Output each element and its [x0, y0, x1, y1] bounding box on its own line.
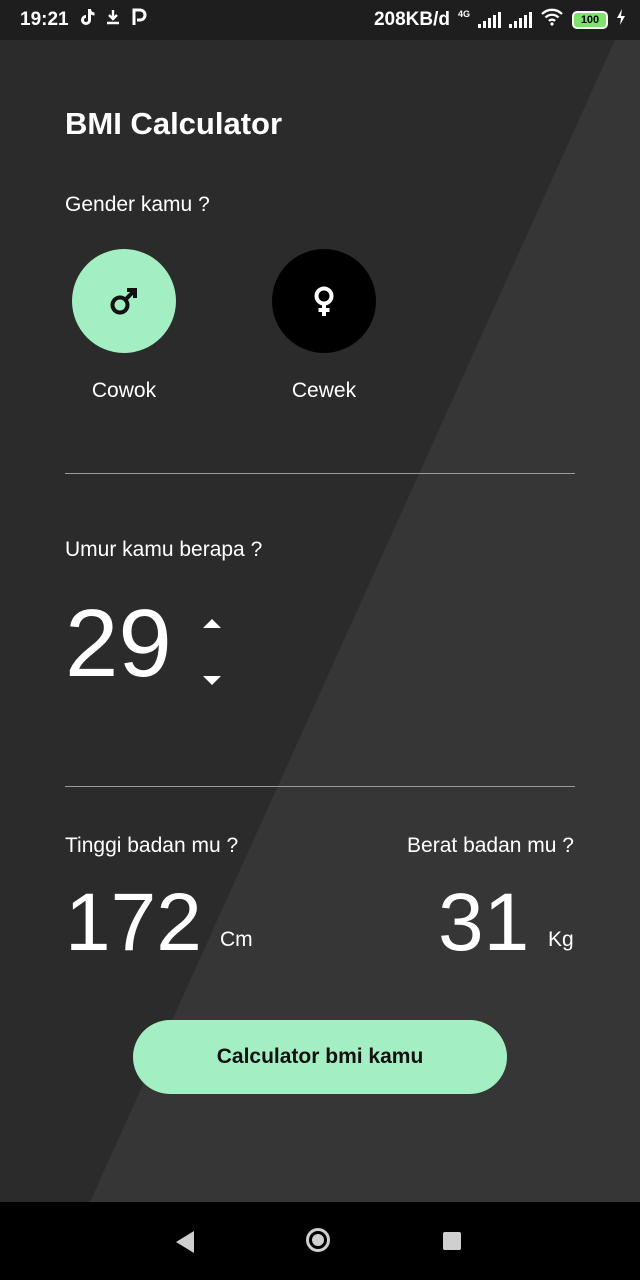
age-increment-button[interactable]	[203, 619, 221, 628]
gender-male-label: Cowok	[91, 379, 157, 402]
height-value[interactable]: 172	[65, 882, 202, 964]
weight-unit: Kg	[548, 928, 574, 951]
status-bar: 19:21 208KB/d 4G 100	[0, 0, 640, 40]
gender-female-label: Cewek	[291, 379, 357, 402]
weight-question: Berat badan mu ?	[407, 834, 574, 857]
download-icon	[105, 8, 121, 31]
height-unit: Cm	[220, 928, 253, 951]
weight-value[interactable]: 31	[438, 882, 529, 964]
p-app-icon	[131, 8, 147, 31]
calculate-bmi-button[interactable]: Calculator bmi kamu	[133, 1020, 507, 1094]
age-value: 29	[65, 590, 172, 697]
divider	[65, 473, 575, 474]
clock: 19:21	[20, 8, 69, 30]
network-speed: 208KB/d	[373, 8, 450, 30]
gender-female-button[interactable]	[272, 249, 376, 353]
age-question: Umur kamu berapa ?	[65, 538, 263, 561]
back-icon[interactable]	[176, 1231, 194, 1253]
app-screen: BMI Calculator Gender kamu ? Cowok Cewek…	[0, 40, 640, 1202]
battery-icon: 100	[572, 10, 608, 29]
recents-icon[interactable]	[443, 1232, 461, 1250]
wifi-icon	[540, 8, 564, 31]
navigation-bar	[0, 1202, 640, 1280]
female-icon	[314, 286, 334, 316]
age-decrement-button[interactable]	[203, 676, 221, 685]
gender-question: Gender kamu ?	[65, 193, 210, 216]
network-type: 4G	[457, 9, 470, 19]
charging-icon	[616, 8, 626, 31]
gender-male-button[interactable]	[72, 249, 176, 353]
home-icon[interactable]	[306, 1228, 330, 1252]
male-icon	[110, 288, 137, 315]
signal-icon	[478, 11, 501, 28]
height-question: Tinggi badan mu ?	[65, 834, 239, 857]
page-title: BMI Calculator	[65, 106, 283, 141]
divider	[65, 786, 575, 787]
tiktok-icon	[79, 8, 95, 31]
signal-icon-2	[509, 11, 532, 28]
